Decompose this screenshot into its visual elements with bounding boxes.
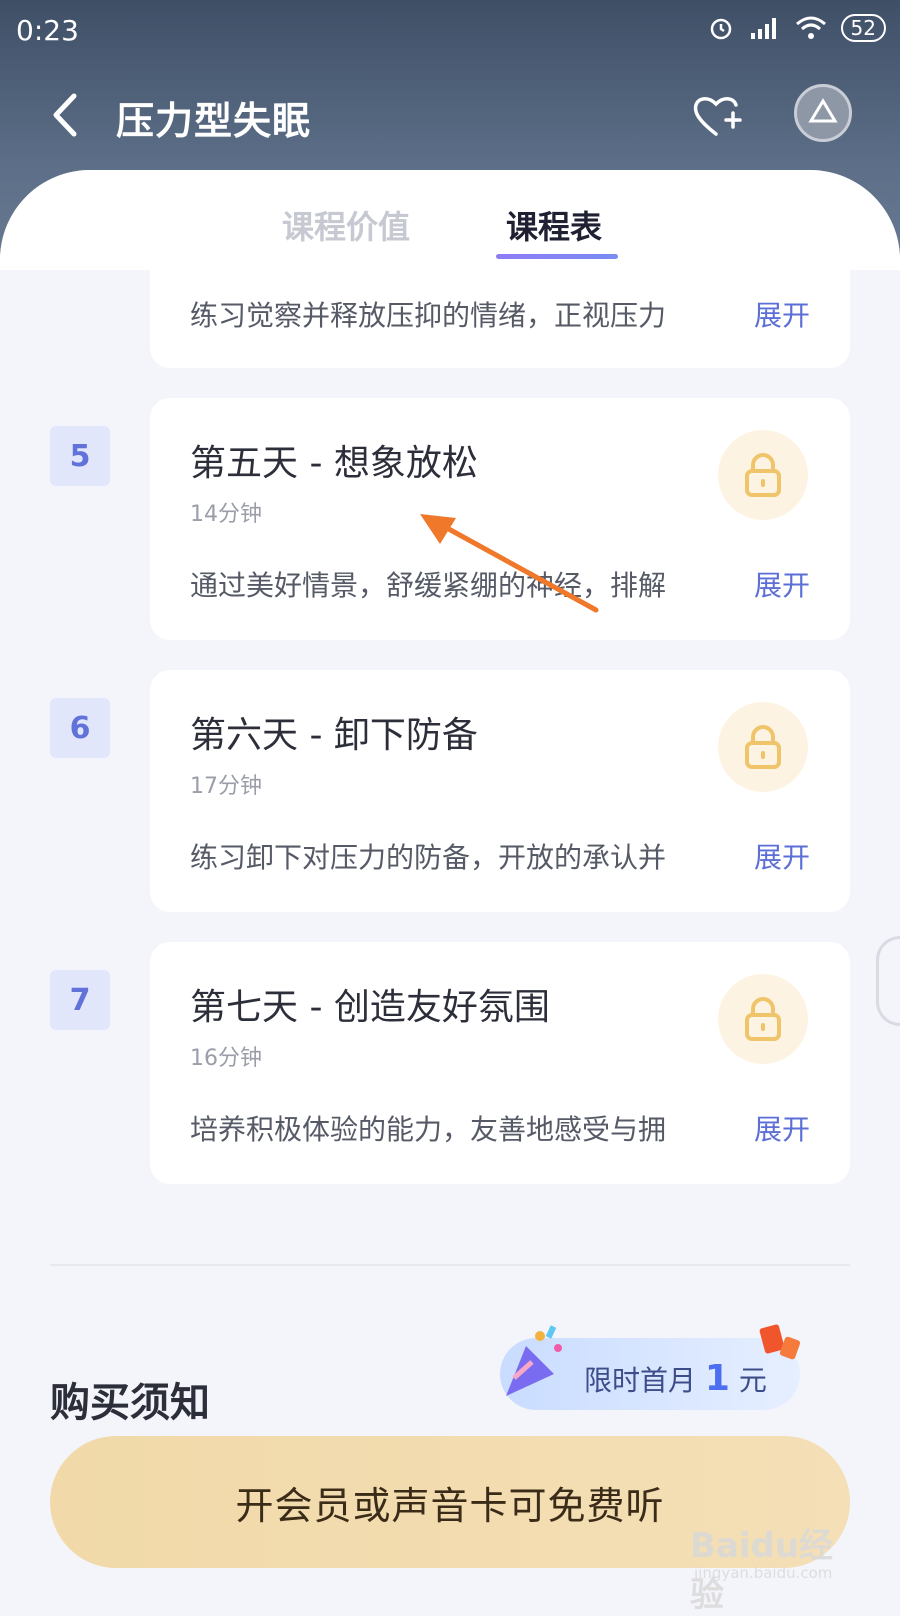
lock-icon (745, 725, 781, 769)
watermark: Baidu经验 jingyan.baidu.com (690, 1518, 860, 1615)
tab-course-value[interactable]: 课程价值 (282, 202, 410, 248)
lesson-card[interactable]: 第七天 - 创造友好氛围 16分钟 培养积极体验的能力，友善地感受与拥 展开 (150, 942, 850, 1184)
expand-button[interactable]: 展开 (754, 836, 810, 876)
purchase-notice-title: 购买须知 (50, 1380, 210, 1426)
annotation-arrow-icon (420, 514, 599, 613)
page-title: 压力型失眠 (116, 99, 312, 143)
tab-course-schedule[interactable]: 课程表 (506, 202, 602, 248)
battery-indicator: 52 (840, 14, 886, 42)
lesson-duration: 14分钟 (190, 502, 262, 527)
lesson-duration: 16分钟 (190, 1046, 262, 1071)
lock-button[interactable] (718, 974, 808, 1064)
alarm-icon (710, 18, 731, 40)
promo-number: 1 (704, 1358, 730, 1399)
lesson-description: 练习觉察并释放压抑的情绪，正视压力 (190, 299, 667, 332)
back-button[interactable] (46, 90, 86, 140)
avatar-triangle-icon (808, 98, 838, 123)
watermark-subtext: jingyan.baidu.com (694, 1564, 833, 1582)
title-bar: 压力型失眠 (0, 70, 900, 160)
lock-button[interactable] (718, 702, 808, 792)
lock-icon (745, 997, 781, 1041)
day-number-badge: 5 (50, 426, 110, 486)
lesson-title: 第五天 - 想象放松 (190, 443, 478, 484)
side-drawer-handle[interactable] (876, 936, 900, 1026)
status-icons: 52 (707, 14, 886, 42)
lesson-duration: 17分钟 (190, 774, 262, 799)
red-envelope-icon (759, 1324, 801, 1360)
tab-bar: 课程价值 课程表 (0, 170, 900, 270)
lesson-card[interactable]: 第六天 - 卸下防备 17分钟 练习卸下对压力的防备，开放的承认并 展开 (150, 670, 850, 912)
lesson-description: 练习卸下对压力的防备，开放的承认并 (190, 841, 667, 874)
day-number-badge: 7 (50, 970, 110, 1030)
tab-active-indicator (496, 254, 618, 259)
avatar[interactable] (794, 84, 852, 142)
divider (50, 1264, 850, 1266)
signal-icon (750, 18, 776, 39)
expand-button[interactable]: 展开 (754, 294, 810, 334)
promo-badge[interactable]: 限时首月 1 元 (500, 1324, 801, 1410)
lesson-card-partial[interactable]: 练习觉察并释放压抑的情绪，正视压力 展开 (150, 270, 850, 368)
wifi-icon (795, 16, 826, 39)
lesson-title: 第六天 - 卸下防备 (190, 715, 478, 756)
cta-label: 开会员或声音卡可免费听 (235, 1483, 665, 1528)
status-bar: 0:23 52 (0, 0, 900, 62)
lesson-title: 第七天 - 创造友好氛围 (190, 987, 550, 1028)
promo-text: 限时首月 1 元 (584, 1358, 767, 1399)
lock-icon (745, 453, 781, 497)
day-number-badge: 6 (50, 698, 110, 758)
party-popper-icon (506, 1325, 562, 1396)
expand-button[interactable]: 展开 (754, 564, 810, 604)
lock-button[interactable] (718, 430, 808, 520)
promo-prefix: 限时首月 (584, 1364, 697, 1397)
lesson-description: 培养积极体验的能力，友善地感受与拥 (190, 1113, 667, 1146)
expand-button[interactable]: 展开 (754, 1108, 810, 1148)
status-time: 0:23 (16, 14, 79, 47)
add-favorite-heart-icon[interactable] (690, 90, 742, 142)
